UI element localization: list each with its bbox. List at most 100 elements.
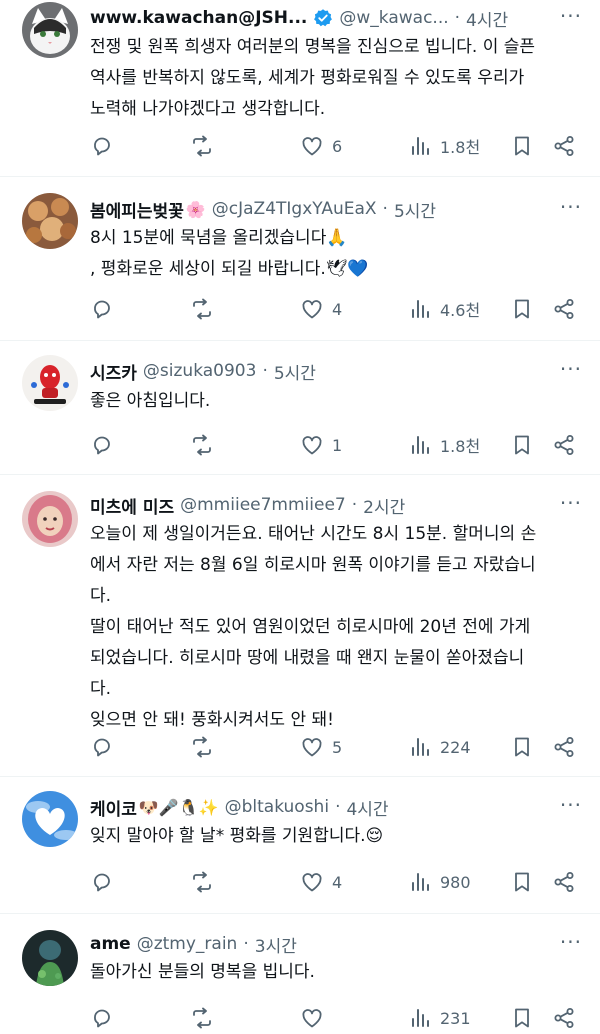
verified-badge-icon [314, 9, 333, 27]
timestamp[interactable]: 5시간 [274, 359, 316, 384]
timestamp[interactable]: 5시간 [394, 197, 436, 222]
like-button[interactable] [300, 1004, 332, 1032]
views-icon [412, 873, 429, 891]
views-button[interactable]: 224 [408, 733, 471, 761]
like-button[interactable]: 5 [300, 733, 342, 761]
text-line: , 평화로운 세상이 되길 바랍니다.🕊💙 [90, 259, 369, 279]
timestamp[interactable]: 4시간 [346, 795, 388, 820]
text-line: 되었습니다. 히로시마 땅에 내렸을 때 왠지 눈물이 쏟아졌습니 [90, 648, 525, 668]
reply-button[interactable] [90, 733, 114, 761]
reply-tweet[interactable]: 봄에피는벚꽃 🌸 @cJaZ4TIgxYAuEaX · 5시간 ··· 8시 1… [0, 177, 600, 341]
views-button[interactable]: 1.8천 [408, 132, 480, 160]
separator-dot: · [454, 8, 461, 28]
retweet-button[interactable] [190, 295, 214, 323]
timestamp[interactable]: 2시간 [363, 493, 405, 518]
like-button[interactable]: 4 [300, 295, 342, 323]
retweet-button[interactable] [190, 1004, 214, 1032]
reply-icon [94, 738, 110, 757]
like-button[interactable]: 4 [300, 868, 342, 896]
text-line: 에서 자란 저는 8월 6일 히로시마 원폭 이야기를 듣고 자랐습니 [90, 555, 536, 575]
bookmark-button[interactable] [510, 1004, 534, 1032]
like-button[interactable]: 1 [300, 431, 342, 459]
retweet-button[interactable] [190, 132, 214, 160]
tweet-header: 시즈카 @sizuka0903 · 5시간 [90, 357, 586, 385]
bookmark-button[interactable] [510, 733, 534, 761]
share-button[interactable] [552, 132, 576, 160]
tweet-text: 8시 15분에 묵념을 올리겠습니다🙏 , 평화로운 세상이 되길 바랍니다.🕊… [90, 223, 584, 285]
bookmark-icon [515, 737, 529, 757]
reply-tweet[interactable]: ame @ztmy_rain · 3시간 ··· 돌아가신 분들의 명복을 빕니… [0, 914, 600, 1034]
retweet-button[interactable] [190, 733, 214, 761]
share-button[interactable] [552, 431, 576, 459]
more-options-icon[interactable]: ··· [560, 491, 582, 515]
reply-button[interactable] [90, 295, 114, 323]
separator-dot: · [262, 361, 268, 381]
display-name[interactable]: www.kawachan@JSH... [90, 8, 307, 28]
avatar[interactable] [22, 355, 78, 411]
bookmark-button[interactable] [510, 868, 534, 896]
action-bar: 4 4.6천 [90, 295, 584, 323]
user-handle[interactable]: @w_kawac... [339, 8, 448, 28]
display-name[interactable]: 봄에피는벚꽃 [90, 197, 184, 222]
retweet-button[interactable] [190, 431, 214, 459]
more-options-icon[interactable]: ··· [560, 357, 582, 381]
separator-dot: · [351, 495, 358, 515]
share-button[interactable] [552, 295, 576, 323]
timestamp[interactable]: 4시간 [466, 6, 508, 31]
reply-tweet[interactable]: 미츠에 미즈 @mmiiee7mmiiee7 · 2시간 ··· 오늘이 제 생… [0, 475, 600, 777]
display-name[interactable]: ame [90, 934, 131, 954]
separator-dot: · [243, 934, 249, 954]
views-button[interactable]: 980 [408, 868, 471, 896]
views-button[interactable]: 231 [408, 1004, 471, 1032]
more-options-icon[interactable]: ··· [560, 930, 582, 954]
display-name[interactable]: 시즈카 [90, 359, 137, 384]
reply-button[interactable] [90, 1004, 114, 1032]
share-button[interactable] [552, 868, 576, 896]
user-handle[interactable]: @mmiiee7mmiiee7 [180, 495, 346, 515]
reply-tweet[interactable]: 시즈카 @sizuka0903 · 5시간 ··· 좋은 아침입니다. 1 1.… [0, 341, 600, 475]
share-icon [554, 737, 574, 757]
avatar[interactable] [22, 193, 78, 249]
timestamp[interactable]: 3시간 [255, 932, 297, 957]
reply-button[interactable] [90, 132, 114, 160]
name-emoji: 🐶🎤🐧✨ [138, 797, 219, 817]
more-options-icon[interactable]: ··· [560, 195, 582, 219]
bookmark-icon [515, 299, 529, 319]
bookmark-button[interactable] [510, 132, 534, 160]
user-handle[interactable]: @sizuka0903 [143, 361, 257, 381]
view-count: 980 [440, 872, 471, 892]
reply-tweet[interactable]: 케이코 🐶🎤🐧✨ @bltakuoshi · 4시간 ··· 잊지 말아야 할 … [0, 777, 600, 914]
retweet-icon [193, 434, 211, 456]
more-options-icon[interactable]: ··· [560, 4, 582, 28]
bookmark-button[interactable] [510, 431, 534, 459]
retweet-icon [193, 871, 211, 893]
retweet-button[interactable] [190, 868, 214, 896]
text-line: 잊으면 안 돼! 풍화시켜서도 안 돼! [90, 710, 334, 730]
avatar[interactable] [22, 791, 78, 847]
reply-button[interactable] [90, 868, 114, 896]
views-icon [412, 1009, 429, 1027]
bookmark-button[interactable] [510, 295, 534, 323]
views-button[interactable]: 4.6천 [408, 295, 480, 323]
share-button[interactable] [552, 1004, 576, 1032]
text-line: 8시 15분에 묵념을 올리겠습니다🙏 [90, 228, 348, 248]
avatar[interactable] [22, 491, 78, 547]
user-handle[interactable]: @bltakuoshi [225, 797, 329, 817]
view-count: 1.8천 [440, 437, 481, 456]
display-name[interactable]: 케이코 [90, 795, 137, 820]
separator-dot: · [335, 797, 341, 817]
share-button[interactable] [552, 733, 576, 761]
text-line: 돌아가신 분들의 명복을 빕니다. [90, 962, 315, 982]
reply-tweet[interactable]: www.kawachan@JSH... @w_kawac... · 4시간 ··… [0, 0, 600, 177]
tweet-header: 미츠에 미즈 @mmiiee7mmiiee7 · 2시간 [90, 491, 586, 519]
display-name[interactable]: 미츠에 미즈 [90, 493, 174, 518]
tweet-header: 봄에피는벚꽃 🌸 @cJaZ4TIgxYAuEaX · 5시간 [90, 195, 586, 223]
user-handle[interactable]: @cJaZ4TIgxYAuEaX [212, 199, 377, 219]
like-button[interactable]: 6 [300, 132, 342, 160]
more-options-icon[interactable]: ··· [560, 793, 582, 817]
reply-button[interactable] [90, 431, 114, 459]
user-handle[interactable]: @ztmy_rain [137, 934, 238, 954]
avatar[interactable] [22, 2, 78, 58]
views-button[interactable]: 1.8천 [408, 431, 480, 459]
avatar[interactable] [22, 930, 78, 986]
